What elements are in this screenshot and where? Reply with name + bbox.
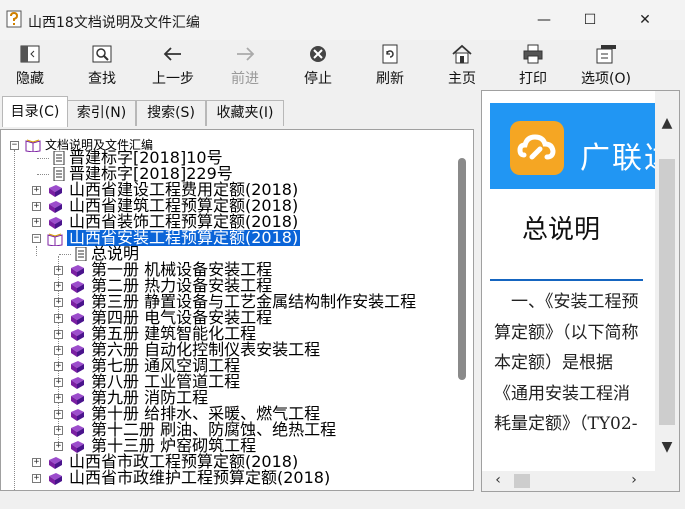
options-icon <box>596 45 616 64</box>
closed-book-icon <box>71 345 84 357</box>
tree-expand-toggle[interactable]: + <box>54 378 63 387</box>
print-button[interactable]: 打印 <box>503 40 563 90</box>
closed-book-icon <box>71 425 84 437</box>
content-pane: 广联达 总说明 一、《安装工程预算定额》（以下简称本定额）是根据《通用安装工程消… <box>481 90 680 492</box>
tree-expand-toggle[interactable]: + <box>54 426 63 435</box>
content-vertical-scrollbar[interactable]: ▲ ▼ <box>655 91 679 471</box>
document-heading: 总说明 <box>522 215 601 245</box>
forward-button[interactable]: 前进 <box>215 40 275 90</box>
back-button[interactable]: 上一步 <box>143 40 203 90</box>
tree-expand-toggle[interactable]: + <box>54 298 63 307</box>
closed-book-icon <box>49 217 62 229</box>
tree-expand-toggle[interactable]: + <box>32 202 41 211</box>
tab-search[interactable]: 搜索(S) <box>136 100 206 126</box>
help-file-icon <box>6 10 22 28</box>
refresh-button[interactable]: 刷新 <box>360 40 420 90</box>
closed-book-icon <box>71 377 84 389</box>
tab-index[interactable]: 索引(N) <box>67 100 136 126</box>
tree-expand-toggle[interactable]: + <box>54 442 63 451</box>
tree-expand-toggle[interactable]: + <box>54 362 63 371</box>
minimize-button[interactable]: — <box>521 4 567 36</box>
tree-expand-toggle[interactable]: + <box>32 218 41 227</box>
closed-book-icon <box>71 361 84 373</box>
tree-node-book[interactable]: 山西省市政维护工程预算定额(2018) <box>67 470 332 486</box>
closed-book-icon <box>71 329 84 341</box>
tree-connector <box>37 158 49 159</box>
scroll-left-arrow-icon[interactable]: ‹ <box>486 472 510 488</box>
home-icon <box>452 44 472 64</box>
tree-expand-toggle[interactable]: + <box>54 394 63 403</box>
pane-splitter[interactable] <box>474 96 481 491</box>
open-book-icon <box>25 139 41 152</box>
closed-book-icon <box>71 281 84 293</box>
content-horizontal-scrollbar[interactable]: ‹ › <box>482 471 655 491</box>
tab-favorites[interactable]: 收藏夹(I) <box>206 100 284 126</box>
options-button[interactable]: 选项(O) <box>576 40 636 90</box>
hide-pane-icon <box>20 45 40 63</box>
tab-contents[interactable]: 目录(C) <box>2 96 68 127</box>
tree-collapse-toggle[interactable]: − <box>10 141 19 150</box>
closed-book-icon <box>49 201 62 213</box>
nav-tabs: 目录(C) 索引(N) 搜索(S) 收藏夹(I) <box>0 96 475 129</box>
closed-book-icon <box>71 409 84 421</box>
tree-expand-toggle[interactable]: + <box>54 314 63 323</box>
tree-scroll-thumb[interactable] <box>458 158 466 380</box>
title-bar: 山西18文档说明及文件汇编 — ☐ ✕ <box>0 0 685 40</box>
tree-collapse-toggle[interactable]: − <box>32 234 41 243</box>
page-icon <box>53 167 65 181</box>
scroll-corner <box>655 471 679 491</box>
hide-button[interactable]: 隐藏 <box>0 40 60 90</box>
heading-divider <box>490 279 643 281</box>
stop-icon <box>310 46 326 62</box>
closed-book-icon <box>71 393 84 405</box>
brand-logo-icon <box>510 121 564 175</box>
closed-book-icon <box>49 457 62 469</box>
refresh-icon <box>382 44 398 64</box>
contents-tree[interactable]: − 文档说明及文件汇编 晋建标字[2018]10号 晋建标字[2018]229号… <box>0 129 474 491</box>
page-icon <box>53 151 65 165</box>
closed-book-icon <box>49 185 62 197</box>
scroll-down-arrow-icon[interactable]: ▼ <box>655 439 679 455</box>
window-title: 山西18文档说明及文件汇编 <box>28 15 200 31</box>
close-button[interactable]: ✕ <box>622 4 668 36</box>
scroll-up-arrow-icon[interactable]: ▲ <box>655 115 679 131</box>
tree-expand-toggle[interactable]: + <box>54 266 63 275</box>
back-arrow-icon <box>163 47 181 61</box>
tree-connector <box>14 150 15 490</box>
tree-expand-toggle[interactable]: + <box>32 458 41 467</box>
stop-button[interactable]: 停止 <box>288 40 348 90</box>
toolbar: 隐藏 查找 上一步 前进 停止 刷新 主页 打印 选项(O) <box>0 40 685 90</box>
tree-expand-toggle[interactable]: + <box>54 346 63 355</box>
find-button[interactable]: 查找 <box>72 40 132 90</box>
forward-arrow-icon <box>237 47 255 61</box>
document-body: 一、《安装工程预算定额》（以下简称本定额）是根据《通用安装工程消耗量定额》（TY… <box>494 292 639 434</box>
closed-book-icon <box>71 265 84 277</box>
scroll-right-arrow-icon[interactable]: › <box>622 472 646 488</box>
cloud-logo-icon <box>517 134 556 160</box>
tree-connector <box>36 246 37 256</box>
find-icon <box>92 45 112 63</box>
tree-connector <box>37 174 49 175</box>
closed-book-icon <box>49 473 62 485</box>
tree-expand-toggle[interactable]: + <box>32 474 41 483</box>
closed-book-icon <box>71 297 84 309</box>
tree-expand-toggle[interactable]: + <box>54 410 63 419</box>
page-icon <box>75 247 87 261</box>
content-horizontal-thumb[interactable] <box>514 474 530 488</box>
tree-connector <box>59 254 71 255</box>
closed-book-icon <box>71 313 84 325</box>
tree-expand-toggle[interactable]: + <box>54 330 63 339</box>
printer-icon <box>523 44 543 64</box>
home-button[interactable]: 主页 <box>432 40 492 90</box>
tree-expand-toggle[interactable]: + <box>32 186 41 195</box>
brand-banner: 广联达 <box>490 103 675 189</box>
maximize-button[interactable]: ☐ <box>567 4 613 36</box>
tree-scrollbar[interactable] <box>451 130 473 490</box>
open-book-icon <box>47 233 63 246</box>
tree-expand-toggle[interactable]: + <box>54 282 63 291</box>
content-vertical-thumb[interactable] <box>659 159 675 425</box>
